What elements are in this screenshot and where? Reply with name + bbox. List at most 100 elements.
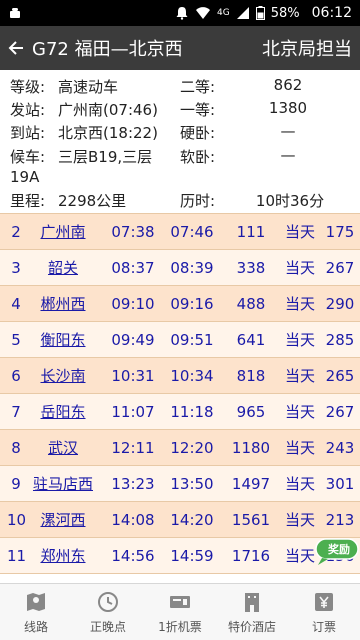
distance-km: 1716 [231, 547, 271, 565]
table-row[interactable]: 2 广州南 07:38 07:46 111 当天 175 [0, 214, 360, 250]
depart-time: 14:20 [170, 511, 214, 529]
elapsed-minutes: 267 [325, 403, 355, 421]
nav-booking[interactable]: 订票 [288, 584, 360, 640]
distance-km: 965 [236, 403, 266, 421]
table-row[interactable]: 8 武汉 12:11 12:20 1180 当天 243 [0, 430, 360, 466]
reward-badge-button[interactable]: 奖励 [312, 536, 360, 566]
elapsed-minutes: 301 [325, 475, 355, 493]
elapsed-minutes: 213 [325, 511, 355, 529]
soft-sleeper-label: 软卧: [180, 148, 216, 166]
elapsed-minutes: 243 [325, 439, 355, 457]
day-label: 当天 [284, 511, 315, 529]
bottom-nav: 线路 正晚点 1折机票 特价酒店 订票 [0, 583, 360, 640]
hotel-icon [245, 592, 259, 612]
signal-icon [236, 6, 250, 20]
depart-time: 11:18 [170, 403, 214, 421]
from-value: 广州南(07:46) [58, 101, 158, 119]
distance-label: 里程: [10, 192, 46, 210]
depart-time: 12:20 [170, 439, 214, 457]
nav-hotel-deals[interactable]: 特价酒店 [216, 584, 288, 640]
arrive-time: 14:08 [111, 511, 155, 529]
stop-index: 3 [11, 259, 21, 277]
nav-hotel-deals-label: 特价酒店 [227, 619, 276, 634]
nav-flight-deals[interactable]: 1折机票 [144, 584, 216, 640]
elapsed-minutes: 175 [325, 223, 355, 241]
nav-route[interactable]: 线路 [0, 584, 72, 640]
table-row[interactable]: 5 衡阳东 09:49 09:51 641 当天 285 [0, 322, 360, 358]
distance-km: 338 [236, 259, 266, 277]
stop-index: 11 [7, 547, 27, 565]
wait-label: 候车: [10, 148, 46, 166]
stops-table[interactable]: 2 广州南 07:38 07:46 111 当天 175 3 韶关 08:37 … [0, 213, 360, 583]
grade-label: 等级: [10, 78, 46, 96]
day-label: 当天 [284, 295, 315, 313]
day-label: 当天 [284, 439, 315, 457]
bureau-label: 北京局担当 [262, 39, 352, 60]
depart-time: 09:16 [170, 295, 214, 313]
arrive-time: 07:38 [111, 223, 155, 241]
stop-index: 9 [11, 475, 21, 493]
train-info: 等级: 高速动车 二等: 862 发站: 广州南(07:46) 一等: 1380… [0, 70, 360, 213]
day-label: 当天 [284, 367, 315, 385]
second-class-price: 862 [273, 76, 303, 94]
stop-index: 2 [11, 223, 21, 241]
elapsed-minutes: 265 [325, 367, 355, 385]
app-toolbar: G72 福田—北京西 北京局担当 [0, 26, 360, 70]
yen-icon [315, 592, 333, 611]
depart-time: 09:51 [170, 331, 214, 349]
stop-index: 7 [11, 403, 21, 421]
station-link[interactable]: 长沙南 [30, 358, 96, 394]
station-link[interactable]: 岳阳东 [30, 394, 96, 430]
duration-label: 历时: [180, 192, 216, 210]
arrive-time: 09:49 [111, 331, 155, 349]
table-row[interactable]: 6 长沙南 10:31 10:34 818 当天 265 [0, 358, 360, 394]
table-row[interactable]: 10 漯河西 14:08 14:20 1561 当天 213 [0, 502, 360, 538]
table-row[interactable]: 4 郴州西 09:10 09:16 488 当天 290 [0, 286, 360, 322]
distance-km: 111 [236, 223, 266, 241]
table-row[interactable]: 9 驻马店西 13:23 13:50 1497 当天 301 [0, 466, 360, 502]
arrive-time: 08:37 [111, 259, 155, 277]
arrive-time: 11:07 [111, 403, 155, 421]
depart-time: 07:46 [170, 223, 214, 241]
day-label: 当天 [284, 259, 315, 277]
nav-punctuality-label: 正晚点 [89, 619, 126, 634]
nav-route-label: 线路 [23, 619, 48, 634]
first-class-label: 一等: [180, 101, 216, 119]
soft-sleeper-value: — [280, 146, 296, 164]
battery-percent: 58% [270, 5, 300, 21]
depart-time: 08:39 [170, 259, 214, 277]
first-class-price: 1380 [268, 99, 308, 117]
distance-km: 641 [236, 331, 266, 349]
table-row[interactable]: 3 韶关 08:37 08:39 338 当天 267 [0, 250, 360, 286]
nav-punctuality[interactable]: 正晚点 [72, 584, 144, 640]
elapsed-minutes: 267 [325, 259, 355, 277]
table-row[interactable]: 11 郑州东 14:56 14:59 1716 当天 156 [0, 538, 360, 574]
page-title: G72 福田—北京西 [32, 39, 183, 60]
stop-index: 6 [11, 367, 21, 385]
station-link[interactable]: 衡阳东 [30, 322, 96, 358]
stop-index: 4 [11, 295, 21, 313]
stop-index: 5 [11, 331, 21, 349]
station-link[interactable]: 驻马店西 [30, 466, 96, 502]
day-label: 当天 [284, 331, 315, 349]
depart-time: 13:50 [170, 475, 214, 493]
grade-value: 高速动车 [58, 78, 119, 96]
arrive-time: 12:11 [111, 439, 155, 457]
elapsed-minutes: 285 [325, 331, 355, 349]
station-link[interactable]: 广州南 [30, 214, 96, 250]
back-button[interactable] [2, 26, 30, 70]
station-link[interactable]: 郴州西 [30, 286, 96, 322]
status-bar: 4G 58% 06:12 [0, 0, 360, 26]
station-link[interactable]: 武汉 [30, 430, 96, 466]
table-row[interactable]: 7 岳阳东 11:07 11:18 965 当天 267 [0, 394, 360, 430]
station-link[interactable]: 漯河西 [30, 502, 96, 538]
nav-booking-label: 订票 [311, 619, 336, 634]
station-link[interactable]: 韶关 [30, 250, 96, 286]
station-link[interactable]: 郑州东 [30, 538, 96, 574]
back-arrow-icon [8, 41, 23, 55]
hard-sleeper-value: — [280, 122, 296, 140]
arrive-time: 10:31 [111, 367, 155, 385]
depart-time: 10:34 [170, 367, 214, 385]
from-label: 发站: [10, 101, 46, 119]
ticket-icon [170, 595, 190, 608]
